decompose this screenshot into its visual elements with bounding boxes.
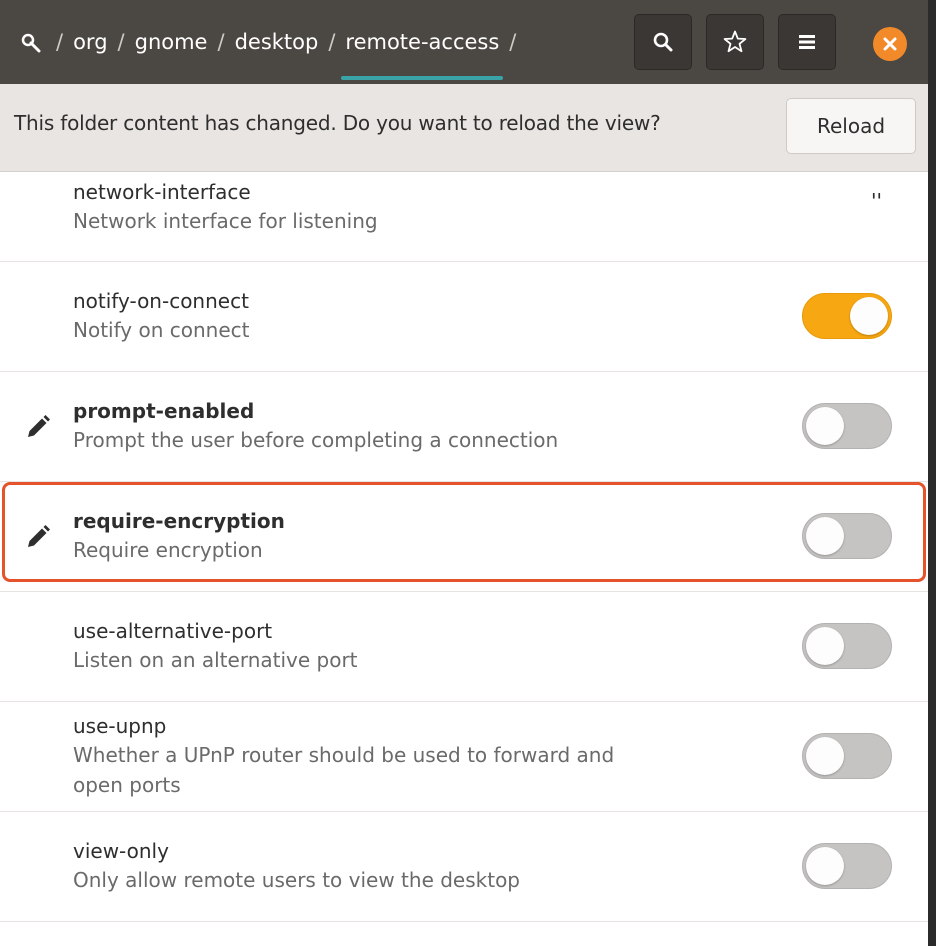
toggle-knob xyxy=(806,627,844,665)
path-separator: / xyxy=(217,30,225,54)
search-icon xyxy=(653,32,673,52)
key-description: Listen on an alternative port xyxy=(73,648,358,672)
reload-infobar: This folder content has changed. Do you … xyxy=(0,84,928,172)
path-separator: / xyxy=(117,30,125,54)
key-name: view-only xyxy=(73,839,169,863)
menu-button[interactable] xyxy=(778,14,836,70)
key-name: prompt-enabled xyxy=(73,399,255,423)
toggle-knob xyxy=(806,847,844,885)
key-row-network-interface[interactable]: network-interface Network interface for … xyxy=(0,171,928,262)
close-button[interactable] xyxy=(873,27,907,61)
path-separator: / xyxy=(509,30,517,54)
key-row-use-upnp[interactable]: use-upnp Whether a UPnP router should be… xyxy=(0,702,928,812)
breadcrumb-remote-access[interactable]: remote-access xyxy=(341,30,504,80)
key-description: Whether a UPnP router should be used to … xyxy=(73,743,615,797)
toggle-switch-off[interactable] xyxy=(802,843,892,889)
toggle-switch-on[interactable] xyxy=(802,293,892,339)
dconf-editor-window: / org / gnome / desktop / remote-access … xyxy=(0,0,928,946)
breadcrumb: / org / gnome / desktop / remote-access … xyxy=(20,0,526,84)
bookmark-button[interactable] xyxy=(706,14,764,70)
toggle-switch-off[interactable] xyxy=(802,403,892,449)
key-name: use-alternative-port xyxy=(73,619,273,643)
toggle-knob xyxy=(850,297,888,335)
breadcrumb-gnome[interactable]: gnome xyxy=(135,30,208,54)
reload-button[interactable]: Reload xyxy=(786,98,916,154)
selection-highlight xyxy=(2,482,926,582)
key-row-notify-on-connect[interactable]: notify-on-connect Notify on connect xyxy=(0,262,928,372)
key-row-prompt-enabled[interactable]: prompt-enabled Prompt the user before co… xyxy=(0,372,928,482)
star-icon xyxy=(723,30,747,53)
pencil-icon xyxy=(28,415,50,437)
path-separator: / xyxy=(56,30,64,54)
key-row-view-only[interactable]: view-only Only allow remote users to vie… xyxy=(0,812,928,922)
hamburger-menu-icon xyxy=(799,35,815,49)
key-row-use-alternative-port[interactable]: use-alternative-port Listen on an altern… xyxy=(0,592,928,702)
toggle-knob xyxy=(806,407,844,445)
infobar-message: This folder content has changed. Do you … xyxy=(14,111,661,135)
close-icon xyxy=(883,37,897,51)
toggle-switch-off[interactable] xyxy=(802,733,892,779)
path-separator: / xyxy=(328,30,336,54)
key-description: Network interface for listening xyxy=(73,209,378,233)
search-button[interactable] xyxy=(634,14,692,70)
key-description: Prompt the user before completing a conn… xyxy=(73,428,559,452)
search-key-icon[interactable] xyxy=(20,31,42,53)
key-description: Only allow remote users to view the desk… xyxy=(73,868,521,892)
key-name: network-interface xyxy=(73,180,251,204)
key-value: '' xyxy=(871,189,882,213)
breadcrumb-org[interactable]: org xyxy=(73,30,107,54)
key-name: notify-on-connect xyxy=(73,289,249,313)
toggle-switch-off[interactable] xyxy=(802,623,892,669)
header-bar: / org / gnome / desktop / remote-access … xyxy=(0,0,928,85)
key-name: use-upnp xyxy=(73,714,167,738)
key-description: Notify on connect xyxy=(73,318,250,342)
breadcrumb-desktop[interactable]: desktop xyxy=(235,30,319,54)
toggle-knob xyxy=(806,737,844,775)
